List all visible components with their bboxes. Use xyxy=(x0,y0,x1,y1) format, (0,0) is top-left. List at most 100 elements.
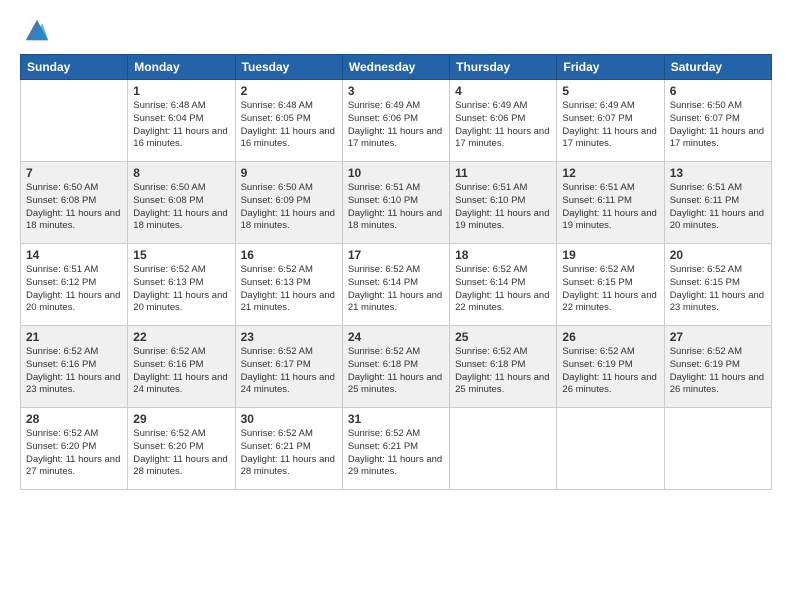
day-number: 26 xyxy=(562,330,658,344)
calendar-cell: 5 Sunrise: 6:49 AM Sunset: 6:07 PM Daylig… xyxy=(557,80,664,162)
day-info: Sunrise: 6:51 AM Sunset: 6:10 PM Dayligh… xyxy=(455,182,551,233)
day-number: 10 xyxy=(348,166,444,180)
day-number: 12 xyxy=(562,166,658,180)
day-info: Sunrise: 6:50 AM Sunset: 6:07 PM Dayligh… xyxy=(670,100,766,151)
page: SundayMondayTuesdayWednesdayThursdayFrid… xyxy=(0,0,792,612)
calendar-cell: 25Sunrise: 6:52 AM Sunset: 6:18 PM Dayli… xyxy=(450,326,557,408)
col-header-saturday: Saturday xyxy=(664,55,771,80)
calendar-cell: 19Sunrise: 6:52 AM Sunset: 6:15 PM Dayli… xyxy=(557,244,664,326)
day-info: Sunrise: 6:52 AM Sunset: 6:18 PM Dayligh… xyxy=(348,346,444,397)
calendar-cell xyxy=(450,408,557,490)
calendar-week-row: 7 Sunrise: 6:50 AM Sunset: 6:08 PM Daylig… xyxy=(21,162,772,244)
day-number: 20 xyxy=(670,248,766,262)
day-info: Sunrise: 6:48 AM Sunset: 6:04 PM Dayligh… xyxy=(133,100,229,151)
day-number: 8 xyxy=(133,166,229,180)
day-info: Sunrise: 6:50 AM Sunset: 6:09 PM Dayligh… xyxy=(241,182,337,233)
calendar-week-row: 28Sunrise: 6:52 AM Sunset: 6:20 PM Dayli… xyxy=(21,408,772,490)
day-info: Sunrise: 6:49 AM Sunset: 6:07 PM Dayligh… xyxy=(562,100,658,151)
header xyxy=(20,16,772,44)
calendar-cell xyxy=(664,408,771,490)
calendar-cell: 13 Sunrise: 6:51 AM Sunset: 6:11 PM Dayli… xyxy=(664,162,771,244)
day-number: 14 xyxy=(26,248,122,262)
day-number: 16 xyxy=(241,248,337,262)
calendar-cell: 1 Sunrise: 6:48 AM Sunset: 6:04 PM Daylig… xyxy=(128,80,235,162)
day-number: 6 xyxy=(670,84,766,98)
calendar-cell: 22 Sunrise: 6:52 AM Sunset: 6:16 PM Dayli… xyxy=(128,326,235,408)
calendar-cell: 15 Sunrise: 6:52 AM Sunset: 6:13 PM Dayli… xyxy=(128,244,235,326)
day-info: Sunrise: 6:51 AM Sunset: 6:10 PM Dayligh… xyxy=(348,182,444,233)
calendar-cell: 27 Sunrise: 6:52 AM Sunset: 6:19 PM Dayli… xyxy=(664,326,771,408)
logo xyxy=(20,16,50,44)
calendar-cell: 10 Sunrise: 6:51 AM Sunset: 6:10 PM Dayli… xyxy=(342,162,449,244)
day-number: 21 xyxy=(26,330,122,344)
calendar-cell: 29 Sunrise: 6:52 AM Sunset: 6:20 PM Dayli… xyxy=(128,408,235,490)
calendar-cell: 2 Sunrise: 6:48 AM Sunset: 6:05 PM Daylig… xyxy=(235,80,342,162)
day-info: Sunrise: 6:52 AM Sunset: 6:21 PM Dayligh… xyxy=(241,428,337,479)
col-header-friday: Friday xyxy=(557,55,664,80)
day-number: 31 xyxy=(348,412,444,426)
day-number: 27 xyxy=(670,330,766,344)
calendar-cell xyxy=(21,80,128,162)
calendar-cell: 16 Sunrise: 6:52 AM Sunset: 6:13 PM Dayli… xyxy=(235,244,342,326)
day-info: Sunrise: 6:52 AM Sunset: 6:20 PM Dayligh… xyxy=(133,428,229,479)
day-number: 1 xyxy=(133,84,229,98)
day-number: 7 xyxy=(26,166,122,180)
col-header-tuesday: Tuesday xyxy=(235,55,342,80)
day-info: Sunrise: 6:52 AM Sunset: 6:14 PM Dayligh… xyxy=(455,264,551,315)
day-info: Sunrise: 6:52 AM Sunset: 6:13 PM Dayligh… xyxy=(133,264,229,315)
day-info: Sunrise: 6:52 AM Sunset: 6:16 PM Dayligh… xyxy=(26,346,122,397)
calendar-cell: 8Sunrise: 6:50 AM Sunset: 6:08 PM Daylig… xyxy=(128,162,235,244)
day-number: 24 xyxy=(348,330,444,344)
day-number: 5 xyxy=(562,84,658,98)
day-info: Sunrise: 6:49 AM Sunset: 6:06 PM Dayligh… xyxy=(348,100,444,151)
calendar-cell: 23 Sunrise: 6:52 AM Sunset: 6:17 PM Dayli… xyxy=(235,326,342,408)
calendar-cell xyxy=(557,408,664,490)
day-info: Sunrise: 6:52 AM Sunset: 6:15 PM Dayligh… xyxy=(562,264,658,315)
day-info: Sunrise: 6:52 AM Sunset: 6:20 PM Dayligh… xyxy=(26,428,122,479)
calendar-cell: 12 Sunrise: 6:51 AM Sunset: 6:11 PM Dayli… xyxy=(557,162,664,244)
day-info: Sunrise: 6:52 AM Sunset: 6:13 PM Dayligh… xyxy=(241,264,337,315)
day-number: 30 xyxy=(241,412,337,426)
calendar-cell: 30 Sunrise: 6:52 AM Sunset: 6:21 PM Dayli… xyxy=(235,408,342,490)
day-number: 29 xyxy=(133,412,229,426)
day-info: Sunrise: 6:52 AM Sunset: 6:19 PM Dayligh… xyxy=(670,346,766,397)
day-info: Sunrise: 6:52 AM Sunset: 6:21 PM Dayligh… xyxy=(348,428,444,479)
calendar-table: SundayMondayTuesdayWednesdayThursdayFrid… xyxy=(20,54,772,490)
calendar-cell: 4 Sunrise: 6:49 AM Sunset: 6:06 PM Daylig… xyxy=(450,80,557,162)
calendar-cell: 28Sunrise: 6:52 AM Sunset: 6:20 PM Dayli… xyxy=(21,408,128,490)
day-info: Sunrise: 6:48 AM Sunset: 6:05 PM Dayligh… xyxy=(241,100,337,151)
day-info: Sunrise: 6:50 AM Sunset: 6:08 PM Dayligh… xyxy=(26,182,122,233)
calendar-cell: 24 Sunrise: 6:52 AM Sunset: 6:18 PM Dayli… xyxy=(342,326,449,408)
calendar-cell: 14 Sunrise: 6:51 AM Sunset: 6:12 PM Dayli… xyxy=(21,244,128,326)
day-info: Sunrise: 6:51 AM Sunset: 6:11 PM Dayligh… xyxy=(562,182,658,233)
col-header-thursday: Thursday xyxy=(450,55,557,80)
calendar-cell: 3Sunrise: 6:49 AM Sunset: 6:06 PM Daylig… xyxy=(342,80,449,162)
col-header-sunday: Sunday xyxy=(21,55,128,80)
day-number: 18 xyxy=(455,248,551,262)
day-number: 25 xyxy=(455,330,551,344)
calendar-week-row: 21 Sunrise: 6:52 AM Sunset: 6:16 PM Dayli… xyxy=(21,326,772,408)
col-header-monday: Monday xyxy=(128,55,235,80)
calendar-cell: 9Sunrise: 6:50 AM Sunset: 6:09 PM Daylig… xyxy=(235,162,342,244)
day-number: 23 xyxy=(241,330,337,344)
calendar-cell: 18 Sunrise: 6:52 AM Sunset: 6:14 PM Dayli… xyxy=(450,244,557,326)
day-number: 17 xyxy=(348,248,444,262)
day-number: 4 xyxy=(455,84,551,98)
day-info: Sunrise: 6:51 AM Sunset: 6:11 PM Dayligh… xyxy=(670,182,766,233)
day-info: Sunrise: 6:52 AM Sunset: 6:14 PM Dayligh… xyxy=(348,264,444,315)
day-number: 22 xyxy=(133,330,229,344)
day-info: Sunrise: 6:52 AM Sunset: 6:19 PM Dayligh… xyxy=(562,346,658,397)
day-info: Sunrise: 6:49 AM Sunset: 6:06 PM Dayligh… xyxy=(455,100,551,151)
calendar-cell: 7 Sunrise: 6:50 AM Sunset: 6:08 PM Daylig… xyxy=(21,162,128,244)
day-info: Sunrise: 6:52 AM Sunset: 6:16 PM Dayligh… xyxy=(133,346,229,397)
day-info: Sunrise: 6:51 AM Sunset: 6:12 PM Dayligh… xyxy=(26,264,122,315)
calendar-cell: 6 Sunrise: 6:50 AM Sunset: 6:07 PM Daylig… xyxy=(664,80,771,162)
day-info: Sunrise: 6:52 AM Sunset: 6:15 PM Dayligh… xyxy=(670,264,766,315)
day-number: 2 xyxy=(241,84,337,98)
day-number: 13 xyxy=(670,166,766,180)
day-info: Sunrise: 6:52 AM Sunset: 6:17 PM Dayligh… xyxy=(241,346,337,397)
logo-icon xyxy=(22,16,50,44)
calendar-cell: 21 Sunrise: 6:52 AM Sunset: 6:16 PM Dayli… xyxy=(21,326,128,408)
day-number: 15 xyxy=(133,248,229,262)
calendar-week-row: 14 Sunrise: 6:51 AM Sunset: 6:12 PM Dayli… xyxy=(21,244,772,326)
